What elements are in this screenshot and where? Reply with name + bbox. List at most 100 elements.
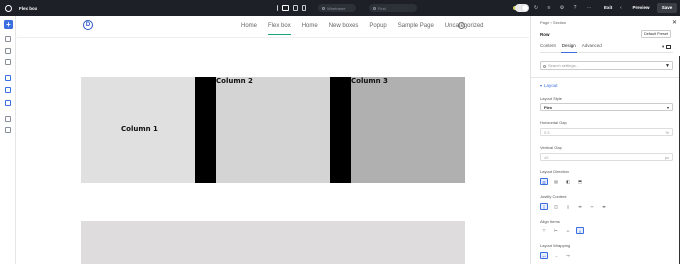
wrap-icon[interactable]: ↩ xyxy=(540,252,548,259)
layers-panel-icon[interactable] xyxy=(5,36,11,42)
settings-icon[interactable]: ⚙ xyxy=(559,5,565,11)
justify-content-options: ⫿ ◫ ⫾ ⇹ ⇿ ⇼ xyxy=(540,203,608,210)
layout-style-value: Flex xyxy=(544,105,553,110)
nav-item-home-2[interactable]: Home xyxy=(302,23,318,29)
tab-design[interactable]: Design xyxy=(560,43,577,53)
settings-panel: Page › Section ✕ Row Default Preset Cont… xyxy=(530,16,680,264)
tab-content[interactable]: Content xyxy=(540,43,556,53)
column-2-heading: Column 2 xyxy=(216,77,253,85)
nav-item-popup[interactable]: Popup xyxy=(369,23,386,29)
breakpoint-icon[interactable] xyxy=(277,5,278,11)
direction-column-icon[interactable]: ▤ xyxy=(552,178,560,185)
chevron-left-icon[interactable]: ‹ xyxy=(618,5,624,11)
align-center-icon[interactable]: ⊢ xyxy=(552,227,560,234)
align-end-icon[interactable]: ⊥ xyxy=(564,227,572,234)
globe-icon[interactable] xyxy=(5,59,11,65)
horizontal-gap-input[interactable]: 5.5 % xyxy=(540,128,673,136)
column-gap-block xyxy=(195,77,216,183)
tablet-view-icon[interactable] xyxy=(293,5,298,11)
justify-space-between-icon[interactable]: ⇹ xyxy=(576,203,584,210)
preview-button[interactable]: Preview xyxy=(627,3,655,13)
library-icon[interactable] xyxy=(5,100,11,106)
justify-center-icon[interactable]: ◫ xyxy=(552,203,560,210)
align-stretch-icon[interactable]: ‖ xyxy=(576,227,584,234)
breadcrumb[interactable]: Page › Section xyxy=(540,20,566,25)
toggle-knob xyxy=(522,5,528,11)
horizontal-gap-label: Horizontal Gap xyxy=(540,120,567,125)
horizontal-gap-unit[interactable]: % xyxy=(665,129,669,136)
layout-style-label: Layout Style xyxy=(540,96,563,101)
builder-menu-button[interactable] xyxy=(0,0,16,16)
direction-row-icon[interactable]: ▥ xyxy=(540,178,548,185)
save-button[interactable]: Save xyxy=(657,3,677,13)
top-toolbar: Flex box Wireframe Find ↻ ≡ ⚙ ? ⋯ Exit ‹… xyxy=(0,0,680,16)
wireframe-label: Wireframe xyxy=(327,5,346,11)
align-start-icon[interactable]: ⊤ xyxy=(540,227,548,234)
page-settings-icon[interactable] xyxy=(5,75,11,81)
layers-icon[interactable]: ≡ xyxy=(546,5,552,11)
more-icon[interactable]: ⋯ xyxy=(586,5,592,11)
caret-down-icon[interactable]: ▾ xyxy=(662,44,664,49)
layout-direction-options: ▥ ▤ ◧ ⬒ xyxy=(540,178,584,185)
site-header: D Home Flex box Home New boxes Popup Sam… xyxy=(17,16,529,38)
no-wrap-icon[interactable]: → xyxy=(552,252,560,259)
layout-wrapping-label: Layout Wrapping xyxy=(540,243,571,248)
caret-down-icon: ▾ xyxy=(540,83,543,88)
vertical-gap-unit[interactable]: px xyxy=(665,154,669,161)
stack-icon[interactable] xyxy=(5,48,11,54)
justify-start-icon[interactable]: ⫿ xyxy=(540,203,548,210)
add-element-button[interactable]: + xyxy=(4,20,13,29)
justify-space-around-icon[interactable]: ⇿ xyxy=(588,203,596,210)
help-icon[interactable]: ? xyxy=(572,5,578,11)
exit-button[interactable]: Exit xyxy=(600,3,616,13)
panel-title: Row xyxy=(540,32,550,37)
vertical-gap-value: 40 xyxy=(544,155,549,160)
column-1-heading: Column 1 xyxy=(121,125,158,133)
column-gap-block-2 xyxy=(330,77,351,183)
find-label: Find xyxy=(378,5,386,11)
column-2[interactable]: Column 2 xyxy=(216,77,330,183)
site-logo[interactable]: D xyxy=(83,20,93,30)
gear-icon[interactable] xyxy=(5,127,11,133)
theme-builder-icon[interactable] xyxy=(5,87,11,93)
layout-style-select[interactable]: Flex ▾ xyxy=(540,103,673,111)
filter-icon[interactable]: ▼ xyxy=(665,62,670,70)
nav-item-flex-box[interactable]: Flex box xyxy=(268,23,291,35)
layout-wrapping-options: ↩ → ↪ xyxy=(540,252,572,259)
expand-icon[interactable] xyxy=(666,44,672,49)
nav-item-new-boxes[interactable]: New boxes xyxy=(329,23,359,29)
vertical-gap-label: Vertical Gap xyxy=(540,145,562,150)
builder-logo-icon xyxy=(4,4,12,12)
history-icon[interactable]: ↻ xyxy=(533,5,539,11)
column-3[interactable]: Column 3 xyxy=(351,77,465,183)
site-search-icon[interactable] xyxy=(458,22,465,29)
tab-advanced[interactable]: Advanced xyxy=(582,43,602,53)
nav-item-sample-page[interactable]: Sample Page xyxy=(398,23,434,29)
nav-item-home[interactable]: Home xyxy=(241,23,257,29)
justify-space-evenly-icon[interactable]: ⇼ xyxy=(600,203,608,210)
justify-content-label: Justify Content xyxy=(540,194,567,199)
settings-search-input[interactable]: Search settings... ▼ xyxy=(540,61,673,70)
direction-column-reverse-icon[interactable]: ⬒ xyxy=(576,178,584,185)
panel-tabs: Content Design Advanced xyxy=(540,43,673,53)
layout-section-toggle[interactable]: ▾ Layout xyxy=(540,83,558,88)
close-icon[interactable]: ✕ xyxy=(672,19,677,26)
preset-select[interactable]: Default Preset xyxy=(641,30,672,38)
direction-row-reverse-icon[interactable]: ◧ xyxy=(564,178,572,185)
phone-view-icon[interactable] xyxy=(302,5,306,11)
column-1[interactable]: Column 1 xyxy=(81,77,195,183)
justify-end-icon[interactable]: ⫾ xyxy=(564,203,572,210)
search-icon xyxy=(543,64,546,68)
theme-toggle[interactable] xyxy=(515,4,529,12)
flex-row[interactable]: Column 1 Column 2 Column 3 xyxy=(81,77,465,183)
site-nav: Home Flex box Home New boxes Popup Sampl… xyxy=(241,23,484,35)
divider xyxy=(531,77,680,78)
tools-icon[interactable] xyxy=(5,116,11,122)
find-input[interactable]: Find xyxy=(369,4,417,12)
wrap-reverse-icon[interactable]: ↪ xyxy=(564,252,572,259)
wireframe-toggle[interactable]: Wireframe xyxy=(318,4,356,12)
desktop-view-icon[interactable] xyxy=(282,5,289,11)
second-row[interactable] xyxy=(81,221,465,264)
tab-tools: ▾ xyxy=(662,44,672,50)
vertical-gap-input[interactable]: 40 px xyxy=(540,153,673,161)
